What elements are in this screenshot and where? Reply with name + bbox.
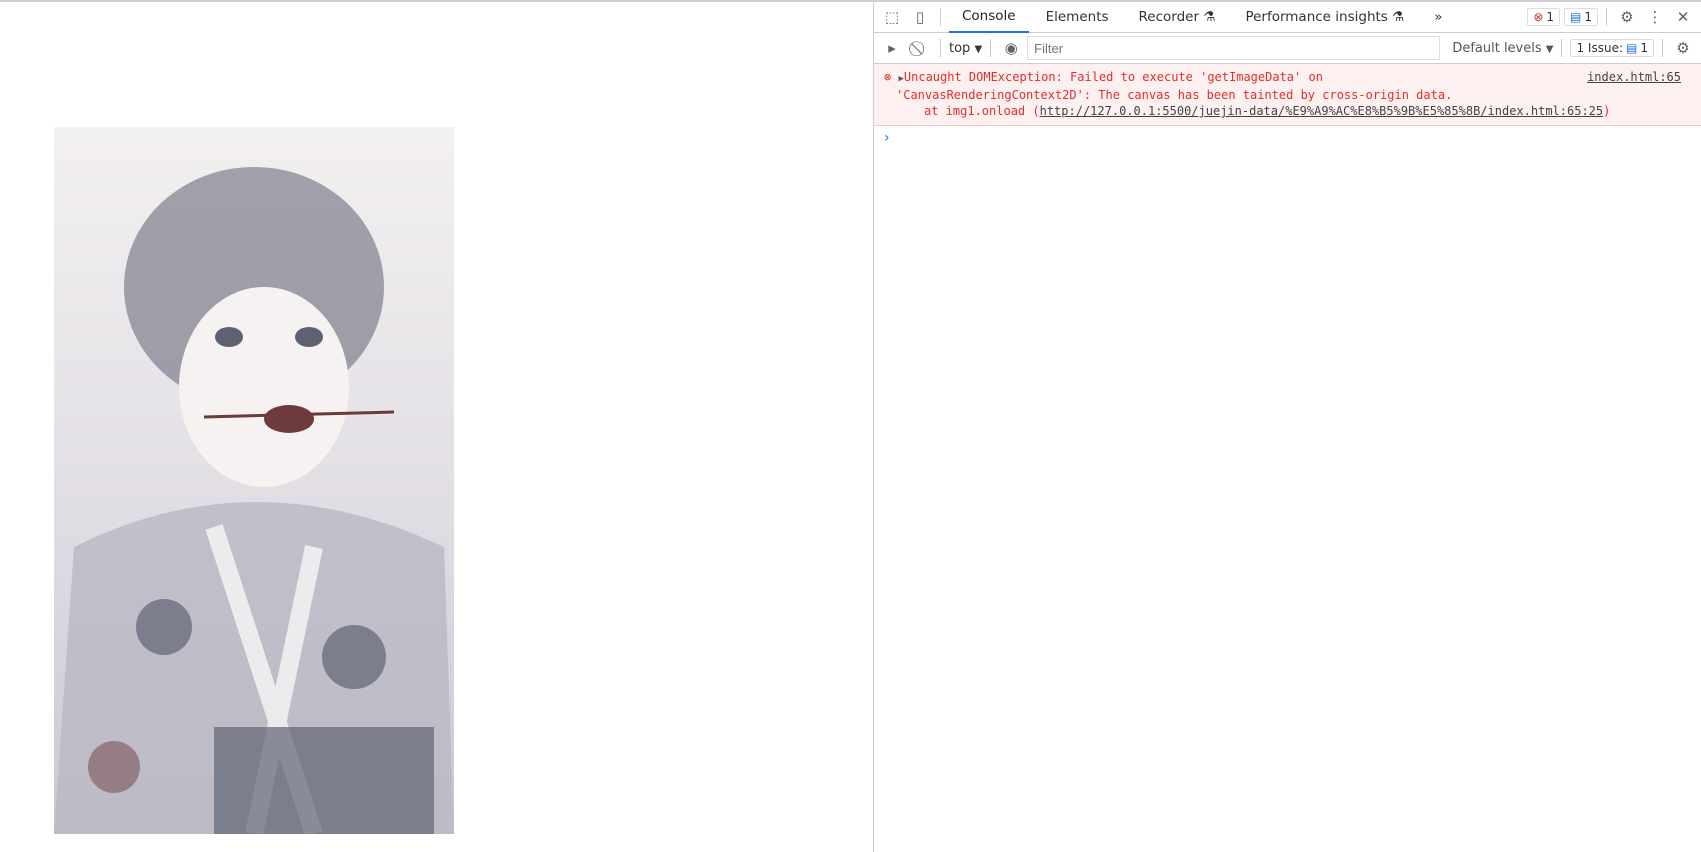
- divider: [940, 8, 941, 26]
- filter-input[interactable]: [1027, 36, 1441, 60]
- clear-console-icon[interactable]: ⃠: [908, 36, 932, 60]
- devtools-tabbar: ⬚ ▯ Console Elements Recorder ⚗ Performa…: [874, 2, 1701, 33]
- divider: [1662, 39, 1663, 57]
- message-count-badge[interactable]: ▤ 1: [1564, 8, 1598, 26]
- error-count: 1: [1546, 10, 1555, 24]
- more-tabs-button[interactable]: »: [1421, 2, 1455, 33]
- flask-icon: ⚗: [1392, 9, 1405, 25]
- device-toolbar-icon[interactable]: ▯: [908, 5, 932, 29]
- divider: [990, 39, 992, 57]
- levels-label: Default levels: [1452, 40, 1542, 56]
- message-icon: ▤: [1570, 10, 1582, 24]
- issues-button[interactable]: 1 Issue: ▤ 1: [1570, 39, 1654, 57]
- stack-suffix: ): [1603, 104, 1611, 118]
- tab-performance-label: Performance insights: [1245, 9, 1388, 25]
- divider: [1606, 8, 1607, 26]
- close-icon[interactable]: ✕: [1671, 5, 1695, 29]
- divider: [940, 39, 941, 57]
- stack-at: at img1.onload (: [924, 104, 1040, 118]
- stack-link[interactable]: http://127.0.0.1:5500/juejin-data/%E9%A9…: [1040, 104, 1604, 118]
- error-line-2: 'CanvasRenderingContext2D': The canvas h…: [896, 88, 1453, 102]
- tab-console[interactable]: Console: [949, 2, 1029, 33]
- console-toolbar: ▸ ⃠ top ▼ ◉ Default levels ▼ 1 Issue:▤1 …: [874, 33, 1701, 64]
- context-selector[interactable]: top ▼: [949, 41, 982, 56]
- error-source-link[interactable]: index.html:65: [1587, 69, 1681, 85]
- chevron-down-icon: ▼: [974, 43, 983, 55]
- flask-icon: ⚗: [1203, 9, 1216, 25]
- console-error-message: ⊗ ▶Uncaught DOMException: Failed to exec…: [874, 64, 1701, 126]
- devtools-panel: ⬚ ▯ Console Elements Recorder ⚗ Performa…: [873, 2, 1701, 852]
- chevron-down-icon: ▼: [1545, 43, 1554, 55]
- error-line-1: Uncaught DOMException: Failed to execute…: [903, 70, 1323, 84]
- log-levels-dropdown[interactable]: Default levels ▼: [1452, 41, 1553, 56]
- divider: [1561, 39, 1563, 57]
- console-settings-icon[interactable]: ⚙: [1671, 36, 1695, 60]
- tab-elements[interactable]: Elements: [1033, 2, 1122, 33]
- tab-recorder[interactable]: Recorder ⚗: [1126, 2, 1229, 33]
- error-icon: ⊗: [1533, 10, 1544, 24]
- eye-icon[interactable]: ◉: [999, 36, 1023, 60]
- error-icon: ⊗: [884, 70, 892, 84]
- tab-recorder-label: Recorder: [1138, 9, 1200, 25]
- illustration-placeholder: [54, 167, 454, 834]
- context-value: top: [949, 40, 971, 56]
- sidebar-toggle-icon[interactable]: ▸: [880, 36, 904, 60]
- issues-count: 1: [1640, 41, 1648, 55]
- more-options-icon[interactable]: ⋮: [1643, 5, 1667, 29]
- settings-gear-icon[interactable]: ⚙: [1615, 5, 1639, 29]
- tab-performance-insights[interactable]: Performance insights ⚗: [1232, 2, 1417, 33]
- message-icon: ▤: [1626, 41, 1638, 55]
- error-count-badge[interactable]: ⊗ 1: [1527, 8, 1561, 26]
- canvas-image: [54, 127, 454, 834]
- console-prompt[interactable]: ›: [874, 126, 1701, 150]
- page-viewport: [0, 2, 873, 852]
- inspect-element-icon[interactable]: ⬚: [880, 5, 904, 29]
- issues-label: 1 Issue:: [1576, 41, 1624, 55]
- message-count: 1: [1584, 10, 1592, 24]
